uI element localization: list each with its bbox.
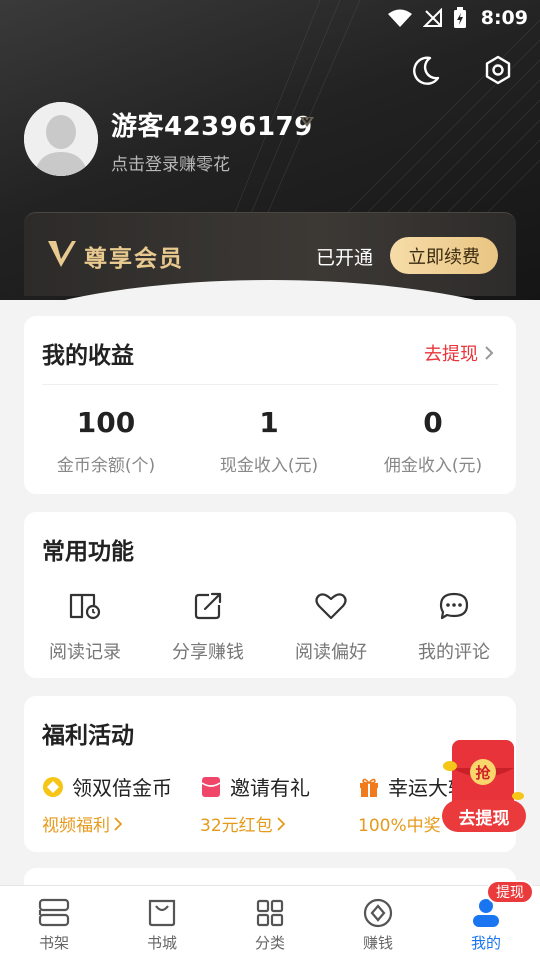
function-label: 阅读偏好 [295, 642, 367, 663]
function-label: 我的评论 [418, 642, 490, 663]
battery-icon [453, 7, 466, 28]
welfare-item-sub: 视频福利 [42, 816, 110, 836]
withdraw-link[interactable]: 去提现 [424, 340, 494, 366]
commission-income-stat[interactable]: 0 佣金收入(元) [358, 406, 508, 476]
wifi-icon [387, 9, 412, 27]
my-comments-button[interactable]: 我的评论 [399, 588, 509, 664]
coin-icon [43, 776, 63, 797]
double-coins-item[interactable]: 领双倍金币 视频福利 [42, 772, 172, 836]
coin-balance-stat[interactable]: 100 金币余额(个) [31, 406, 181, 476]
function-label: 分享赚钱 [172, 642, 244, 663]
category-icon [256, 899, 284, 927]
settings-button[interactable] [478, 50, 518, 90]
bottom-tab-bar: 书架 书城 分类 赚钱 我的 [0, 885, 540, 960]
signal-icon [422, 8, 442, 27]
tab-earn[interactable]: 赚钱 [324, 886, 432, 960]
stat-value: 0 [423, 406, 443, 439]
bookshelf-icon [38, 898, 70, 927]
share-earn-button[interactable]: 分享赚钱 [153, 588, 263, 664]
vip-title: 尊享会员 [84, 245, 184, 272]
redpack-char: 抢 [475, 764, 491, 782]
night-mode-button[interactable] [406, 50, 446, 90]
tab-label: 我的 [470, 934, 501, 952]
reading-record-icon [69, 593, 101, 620]
divider [42, 384, 498, 385]
gear-icon [485, 55, 511, 85]
earnings-card: 我的收益 去提现 100 金币余额(个) 1 现金收入(元) 0 佣金收入(元) [24, 316, 516, 494]
stat-value: 1 [259, 406, 279, 439]
cash-income-stat[interactable]: 1 现金收入(元) [194, 406, 344, 476]
stat-label: 金币余额(个) [56, 456, 156, 476]
tab-bookshelf[interactable]: 书架 [0, 886, 108, 960]
functions-title: 常用功能 [42, 539, 134, 565]
comment-icon [439, 592, 469, 620]
red-envelope-icon [201, 776, 221, 797]
profile-header: 8:09 游客42396179 点击登录赚零花 尊享会员 已开通 立即续费 [0, 0, 540, 300]
tab-label: 分类 [254, 934, 285, 952]
heart-icon [315, 593, 347, 620]
welfare-item-title: 领双倍金币 [72, 776, 172, 800]
chevron-right-icon [114, 816, 122, 831]
vip-logo-icon [48, 241, 76, 267]
vip-status: 已开通 [316, 247, 374, 269]
tab-label: 书架 [38, 934, 69, 952]
chevron-right-icon [277, 816, 285, 831]
share-icon [194, 592, 222, 620]
clock: 8:09 [480, 7, 528, 29]
vip-badge-icon [300, 117, 314, 127]
welfare-item-sub: 32元红包 [200, 816, 273, 836]
welfare-item-title: 邀请有礼 [230, 776, 310, 800]
avatar[interactable] [24, 102, 98, 176]
function-label: 阅读记录 [49, 642, 121, 663]
withdraw-link-label: 去提现 [424, 344, 478, 365]
bookstore-icon [148, 899, 176, 927]
invite-gift-item[interactable]: 邀请有礼 32元红包 [200, 772, 310, 836]
chevron-right-icon [485, 346, 494, 360]
functions-card: 常用功能 阅读记录 分享赚钱 阅读偏好 我的评论 [24, 512, 516, 678]
stat-label: 现金收入(元) [219, 456, 319, 476]
tab-category[interactable]: 分类 [216, 886, 324, 960]
stat-label: 佣金收入(元) [383, 456, 483, 476]
withdraw-badge: 提现 [486, 880, 534, 904]
renew-button[interactable]: 立即续费 [390, 237, 498, 274]
earnings-title: 我的收益 [42, 343, 134, 369]
login-hint[interactable]: 点击登录赚零花 [111, 150, 230, 175]
default-avatar-icon [24, 102, 98, 176]
welfare-item-sub: 100%中奖 [358, 816, 441, 836]
floating-withdraw-button[interactable]: 去提现 [442, 800, 526, 832]
reading-record-button[interactable]: 阅读记录 [30, 588, 140, 664]
welfare-title: 福利活动 [42, 723, 134, 749]
status-bar: 8:09 [0, 0, 540, 36]
tab-label: 书城 [146, 934, 177, 952]
moon-icon [413, 56, 440, 85]
reading-preference-button[interactable]: 阅读偏好 [276, 588, 386, 664]
gift-icon [360, 778, 378, 797]
username[interactable]: 游客42396179 [111, 106, 313, 143]
tab-label: 赚钱 [362, 934, 393, 952]
tab-bookstore[interactable]: 书城 [108, 886, 216, 960]
earn-icon [363, 898, 393, 928]
stat-value: 100 [76, 406, 136, 439]
